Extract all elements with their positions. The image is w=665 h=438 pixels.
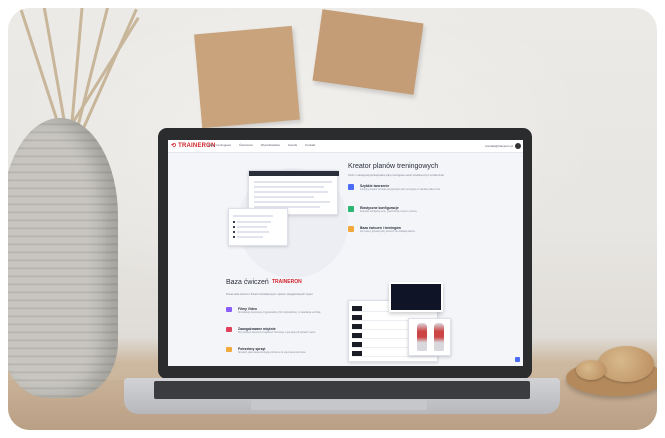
equipment-icon [226,347,232,352]
user-email[interactable]: kontakt@traineron.pl [485,144,513,148]
brand-logo: TRAINERON [272,279,302,285]
feature-title: Potrzebny sprzęt [238,347,266,351]
feature-desc: Korzystaj z gotowej bazy ćwiczeń lub dod… [360,231,416,233]
feature-title: Elastyczne konfiguracje [360,206,399,210]
feature-desc: Przy każdym ćwiczeniu znajdziesz informa… [238,332,316,334]
touchpad [251,400,427,410]
exercise-list-mockup [228,208,288,246]
database-icon [348,226,354,232]
sticky-note [312,9,424,95]
nav-links: Plany treningowe Ćwiczenia Wyszukiwarka … [208,143,315,147]
avatar[interactable] [515,143,521,149]
heart-icon [226,327,232,332]
sticky-note [194,25,300,129]
nav-link[interactable]: Ćwiczenia [239,143,253,147]
nav-link[interactable]: Plany treningowe [208,143,231,147]
feature-desc: Do każdego ćwiczenia przygotowaliśmy fil… [238,312,321,314]
video-icon [226,307,232,312]
laptop-screen: ⟲ TRAINERON Plany treningowe Ćwiczenia W… [168,140,523,366]
feature-title: Filmy Video [238,307,257,311]
section-subtitle: Ponad setka ćwiczeń z filmami instruktaż… [226,293,314,296]
dried-grass [17,8,140,129]
feature-desc: Intuicyjny kreator pozwala przygotować p… [360,189,441,191]
feature-desc: Sprawdź, jakie akcesoria będą potrzebne … [238,352,306,354]
feature-desc: Dowolnie konfiguruj serie, powtórzenia, … [360,211,418,213]
keyboard [154,381,530,399]
cookie [576,360,606,380]
vase [8,118,118,398]
list-icon [348,184,354,190]
nav-link[interactable]: Wyszukiwarka [261,143,280,147]
section-title: Baza ćwiczeń [226,279,269,286]
scroll-top-button[interactable] [515,357,520,362]
video-thumbnail [389,282,443,312]
feature-title: Baza ćwiczeń i treningów [360,226,401,230]
muscle-map [408,318,451,356]
section-title: Kreator planów treningowych [348,163,439,170]
nav-link[interactable]: Cennik [288,143,297,147]
feature-title: Szybkie tworzenie [360,184,390,188]
feature-title: Zaangażowane mięśnie [238,327,276,331]
settings-icon [348,206,354,212]
nav-link[interactable]: Kontakt [305,143,315,147]
section-subtitle: Twórz i udostępniaj profesjonalne plany … [348,174,445,177]
top-nav: ⟲ TRAINERON Plany treningowe Ćwiczenia W… [168,140,523,153]
cookie [598,346,654,382]
